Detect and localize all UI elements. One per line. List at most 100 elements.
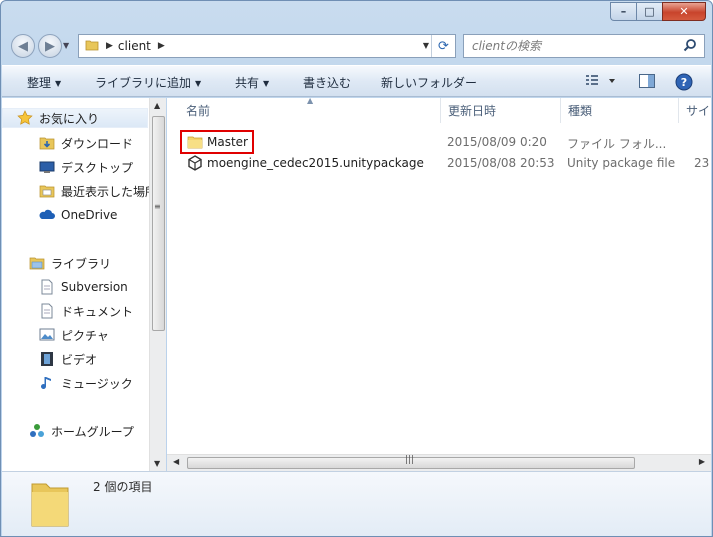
new-folder-button[interactable]: 新しいフォルダー [381,74,477,91]
homegroup-icon [29,423,45,439]
table-row[interactable]: moengine_cedec2015.unitypackage 2015/08/… [167,154,711,174]
forward-button[interactable]: ▶ [38,34,62,58]
minimize-button[interactable]: – [610,2,636,21]
maximize-button[interactable]: □ [636,2,662,21]
column-header-name[interactable]: 名前 [179,98,441,123]
scroll-down-icon[interactable]: ▼ [154,459,160,468]
organize-label: 整理 [27,76,52,90]
onedrive-cloud-icon [39,207,55,223]
library-icon [29,255,45,271]
search-icon[interactable] [683,38,697,56]
downloads-folder-icon [39,135,55,151]
nav-item-label: ダウンロード [61,136,134,151]
column-header-type[interactable]: 種類 [561,98,679,123]
nav-item-label: ピクチャ [61,328,109,343]
file-size: 23 [694,156,710,170]
forward-arrow-icon: ▶ [45,38,55,54]
breadcrumb-separator-icon[interactable]: ▶ [106,41,113,51]
recent-pages-dropdown[interactable]: ▼ [63,41,69,50]
command-bar: 整理 ▼ ライブラリに追加 ▼ 共有 ▼ 書き込む 新しいフォルダー ? [2,65,711,97]
breadcrumb-client[interactable]: client [118,39,151,53]
column-header-date[interactable]: 更新日時 [441,98,561,123]
file-type: Unity package file [567,156,676,170]
nav-favorites-label: お気に入り [39,111,100,126]
nav-vertical-scrollbar[interactable]: ▲ ≡ ▼ [149,98,166,471]
refresh-icon: ⟳ [438,38,449,54]
star-icon [17,110,33,126]
search-input[interactable] [472,39,672,53]
folder-icon [85,38,99,55]
document-icon [39,303,55,319]
navigation-pane: お気に入り ダウンロード デスクトップ 最近表示した場所 OneDrive ライ… [2,98,166,471]
nav-item-onedrive[interactable]: OneDrive [39,205,117,225]
chevron-down-icon: ▼ [195,79,202,88]
document-icon [39,279,55,295]
file-date: 2015/08/09 0:20 [447,135,547,149]
breadcrumb-separator-icon[interactable]: ▶ [158,41,165,51]
scroll-right-icon[interactable]: ▶ [699,457,705,466]
chevron-down-icon: ▼ [55,79,62,88]
column-header-size[interactable]: サイ [679,98,713,123]
preview-pane-icon[interactable] [638,72,656,93]
nav-item-subversion[interactable]: Subversion [39,277,128,297]
back-arrow-icon: ◀ [18,38,28,54]
nav-item-documents[interactable]: ドキュメント [39,301,133,321]
search-box[interactable] [463,34,705,58]
nav-item-desktop[interactable]: デスクトップ [39,157,133,177]
item-count: 2 個の項目 [93,480,153,494]
add-to-library-menu[interactable]: ライブラリに追加 ▼ [95,74,201,91]
caption-buttons: – □ ✕ [610,2,706,21]
close-button[interactable]: ✕ [662,2,706,21]
share-label: 共有 [235,76,260,90]
scroll-grip-icon: ≡ [154,202,161,211]
nav-homegroup-label: ホームグループ [51,424,134,439]
nav-item-label: ドキュメント [61,304,134,319]
recent-places-icon [39,183,55,199]
nav-item-label: ミュージック [61,376,133,391]
nav-item-label: Subversion [61,280,128,294]
scroll-left-icon[interactable]: ◀ [173,457,179,466]
share-menu[interactable]: 共有 ▼ [235,74,269,91]
explorer-window: – □ ✕ ◀ ▶ ▼ ▶ client ▶ ▼ ⟳ 整理▼ ライブラリに追加▼… [0,0,713,537]
desktop-icon [39,159,55,175]
unity-icon [187,155,203,174]
scroll-grip-icon: ||| [405,455,415,465]
nav-libraries-label: ライブラリ [51,256,112,271]
content-horizontal-scrollbar[interactable]: ◀ ||| ▶ [167,454,711,471]
nav-item-label: デスクトップ [61,160,134,175]
nav-item-videos[interactable]: ビデオ [39,349,97,369]
nav-item-music[interactable]: ミュージック [39,373,133,393]
film-icon [39,351,55,367]
scroll-thumb[interactable] [152,116,165,331]
file-list: ▲ 名前 更新日時 種類 サイ Master 2015/08/09 0:20 フ… [167,96,713,471]
scroll-up-icon[interactable]: ▲ [154,101,160,110]
file-name[interactable]: moengine_cedec2015.unitypackage [207,156,424,170]
back-button[interactable]: ◀ [11,34,35,58]
nav-favorites[interactable]: お気に入り [2,108,148,128]
add-to-library-label: ライブラリに追加 [95,76,192,90]
file-date: 2015/08/08 20:53 [447,156,555,170]
nav-item-recent-places[interactable]: 最近表示した場所 [39,181,157,201]
view-options-button[interactable] [585,72,617,93]
chevron-down-icon: ▼ [263,79,270,88]
nav-libraries[interactable]: ライブラリ [29,253,111,273]
nav-item-label: OneDrive [61,208,118,222]
svg-text:?: ? [681,76,687,89]
address-bar[interactable]: ▶ client ▶ ▼ ⟳ [78,34,456,58]
nav-item-downloads[interactable]: ダウンロード [39,133,133,153]
music-note-icon [39,375,55,391]
help-icon[interactable]: ? [675,73,693,94]
pictures-icon [39,327,55,343]
burn-button[interactable]: 書き込む [303,74,351,91]
nav-homegroup[interactable]: ホームグループ [29,421,134,441]
organize-menu[interactable]: 整理 ▼ [27,74,61,91]
nav-item-label: 最近表示した場所 [61,184,158,199]
large-folder-icon [30,478,72,531]
nav-item-label: ビデオ [61,352,98,367]
nav-item-pictures[interactable]: ピクチャ [39,325,109,345]
address-dropdown-icon[interactable]: ▼ [423,41,429,50]
file-type: ファイル フォル... [567,137,667,151]
details-pane: 2 個の項目 [2,471,711,536]
refresh-button[interactable]: ⟳ [431,35,455,57]
highlight-box [180,130,254,154]
